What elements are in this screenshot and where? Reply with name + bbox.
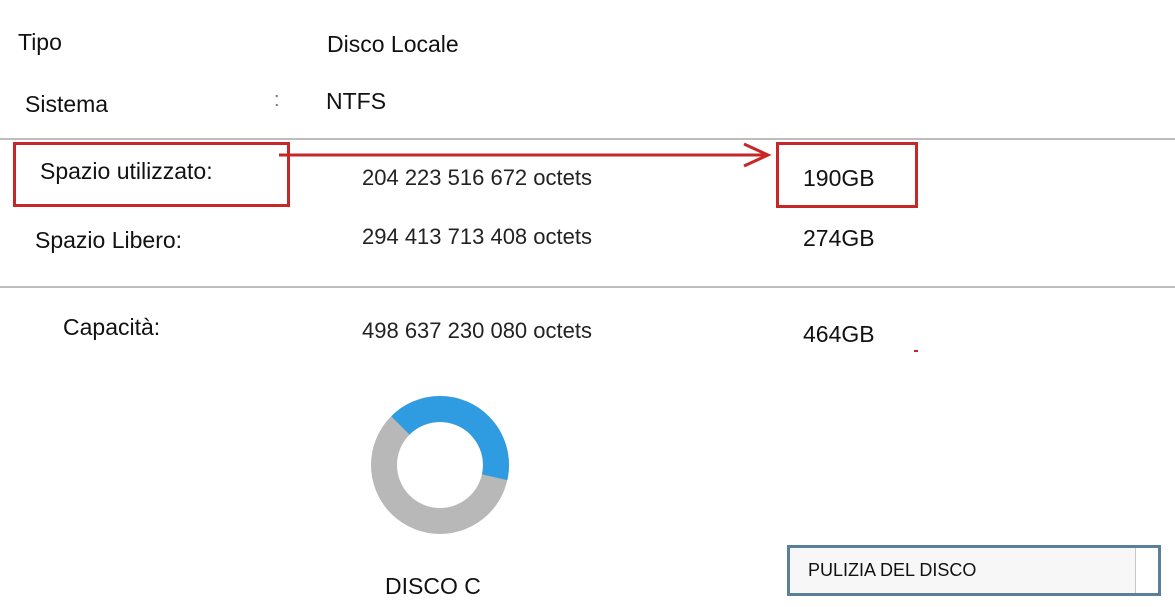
highlight-arrow <box>279 142 772 168</box>
type-label: Tipo <box>18 29 62 55</box>
divider-top <box>0 138 1175 140</box>
used-bytes: 204 223 516 672 octets <box>362 165 592 190</box>
disk-usage-donut-chart <box>371 395 509 534</box>
used-gb: 190GB <box>803 165 875 191</box>
disk-cleanup-button[interactable]: PULIZIA DEL DISCO <box>787 545 1161 596</box>
red-mark <box>914 350 918 352</box>
used-label: Spazio utilizzato: <box>40 158 213 184</box>
capacity-label: Capacità: <box>63 314 161 340</box>
disk-cleanup-button-label: PULIZIA DEL DISCO <box>808 560 977 580</box>
divider-bottom <box>0 286 1175 288</box>
system-separator: : <box>274 89 280 111</box>
system-value: NTFS <box>326 88 387 114</box>
disk-label: DISCO C <box>385 573 481 599</box>
free-bytes: 294 413 713 408 octets <box>362 224 592 249</box>
system-label: Sistema <box>25 91 109 117</box>
capacity-gb: 464GB <box>803 321 875 347</box>
type-value: Disco Locale <box>327 31 459 57</box>
capacity-bytes: 498 637 230 080 octets <box>362 318 592 343</box>
free-label: Spazio Libero: <box>35 227 183 253</box>
button-right-gutter <box>1135 548 1158 593</box>
free-gb: 274GB <box>803 225 875 251</box>
